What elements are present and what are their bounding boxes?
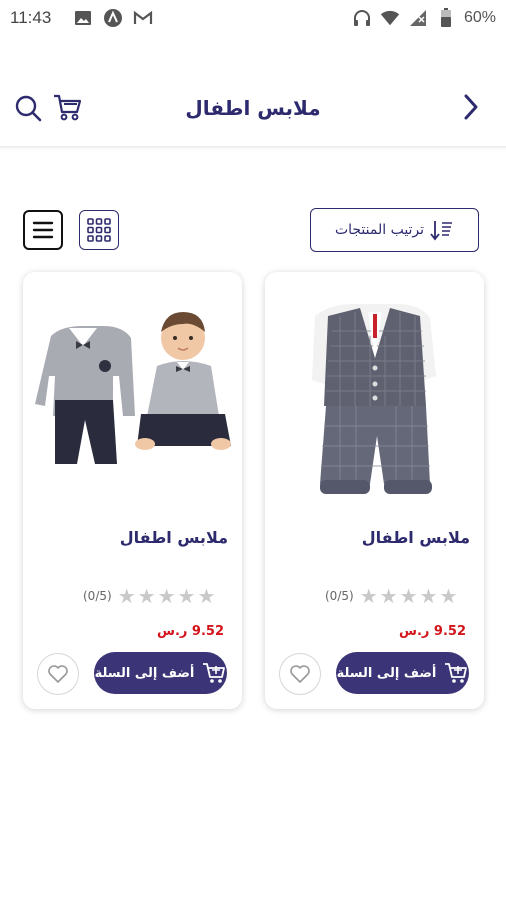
star-icon: ★ bbox=[419, 584, 438, 608]
product-name[interactable]: ملابس اطفال bbox=[120, 528, 228, 547]
search-icon bbox=[15, 95, 42, 122]
product-rating: (0/5) ★ ★ ★ ★ ★ bbox=[83, 586, 215, 606]
search-button[interactable] bbox=[14, 94, 42, 122]
add-to-cart-icon bbox=[203, 663, 226, 683]
star-icon: ★ bbox=[399, 584, 418, 608]
star-icon: ★ bbox=[197, 584, 216, 608]
grid-view-icon bbox=[87, 218, 111, 242]
add-to-cart-icon bbox=[445, 663, 468, 683]
rating-count: (0/5) bbox=[83, 589, 112, 603]
status-time: 11:43 bbox=[10, 8, 52, 27]
star-icon: ★ bbox=[379, 584, 398, 608]
product-card[interactable]: ملابس اطفال (0/5) ★ ★ ★ ★ ★ 9.52 ر.س أضف… bbox=[265, 272, 484, 709]
product-card[interactable]: ملابس اطفال (0/5) ★ ★ ★ ★ ★ 9.52 ر.س أضف… bbox=[23, 272, 242, 709]
wifi-icon bbox=[380, 8, 400, 28]
rating-count: (0/5) bbox=[325, 589, 354, 603]
star-icon: ★ bbox=[157, 584, 176, 608]
headphones-icon bbox=[352, 8, 372, 28]
cart-icon bbox=[54, 94, 82, 121]
grid-view-button[interactable] bbox=[79, 210, 119, 250]
cart-button[interactable] bbox=[52, 92, 82, 122]
star-icon: ★ bbox=[137, 584, 156, 608]
product-image[interactable] bbox=[275, 284, 474, 508]
product-price: 9.52 ر.س bbox=[399, 624, 466, 639]
battery-percent: 60% bbox=[463, 9, 496, 26]
sort-label: ترتيب المنتجات bbox=[334, 222, 425, 238]
add-to-cart-label: أضف إلى السلة bbox=[94, 665, 195, 681]
favorite-button[interactable] bbox=[279, 653, 321, 695]
add-to-cart-label: أضف إلى السلة bbox=[336, 665, 437, 681]
status-bar: 11:43 60% bbox=[0, 0, 506, 36]
star-icon: ★ bbox=[177, 584, 196, 608]
add-to-cart-button[interactable]: أضف إلى السلة bbox=[94, 652, 227, 694]
star-icon: ★ bbox=[359, 584, 378, 608]
heart-icon bbox=[48, 665, 68, 683]
battery-icon bbox=[436, 8, 456, 28]
sort-button[interactable]: ترتيب المنتجات bbox=[310, 208, 479, 252]
product-image[interactable] bbox=[33, 284, 232, 508]
signal-icon bbox=[408, 8, 428, 28]
star-icon: ★ bbox=[439, 584, 458, 608]
list-view-button[interactable] bbox=[23, 210, 63, 250]
product-rating: (0/5) ★ ★ ★ ★ ★ bbox=[325, 586, 457, 606]
header-divider bbox=[0, 146, 506, 150]
product-price: 9.52 ر.س bbox=[157, 624, 224, 639]
list-view-icon bbox=[32, 221, 54, 239]
image-icon bbox=[73, 8, 93, 28]
star-icon: ★ bbox=[117, 584, 136, 608]
add-to-cart-button[interactable]: أضف إلى السلة bbox=[336, 652, 469, 694]
product-name[interactable]: ملابس اطفال bbox=[362, 528, 470, 547]
app-header: ملابس اطفال bbox=[0, 72, 506, 148]
notification-icon bbox=[103, 8, 123, 28]
sort-icon bbox=[430, 221, 453, 241]
heart-icon bbox=[290, 665, 310, 683]
gmail-icon bbox=[133, 8, 153, 28]
favorite-button[interactable] bbox=[37, 653, 79, 695]
